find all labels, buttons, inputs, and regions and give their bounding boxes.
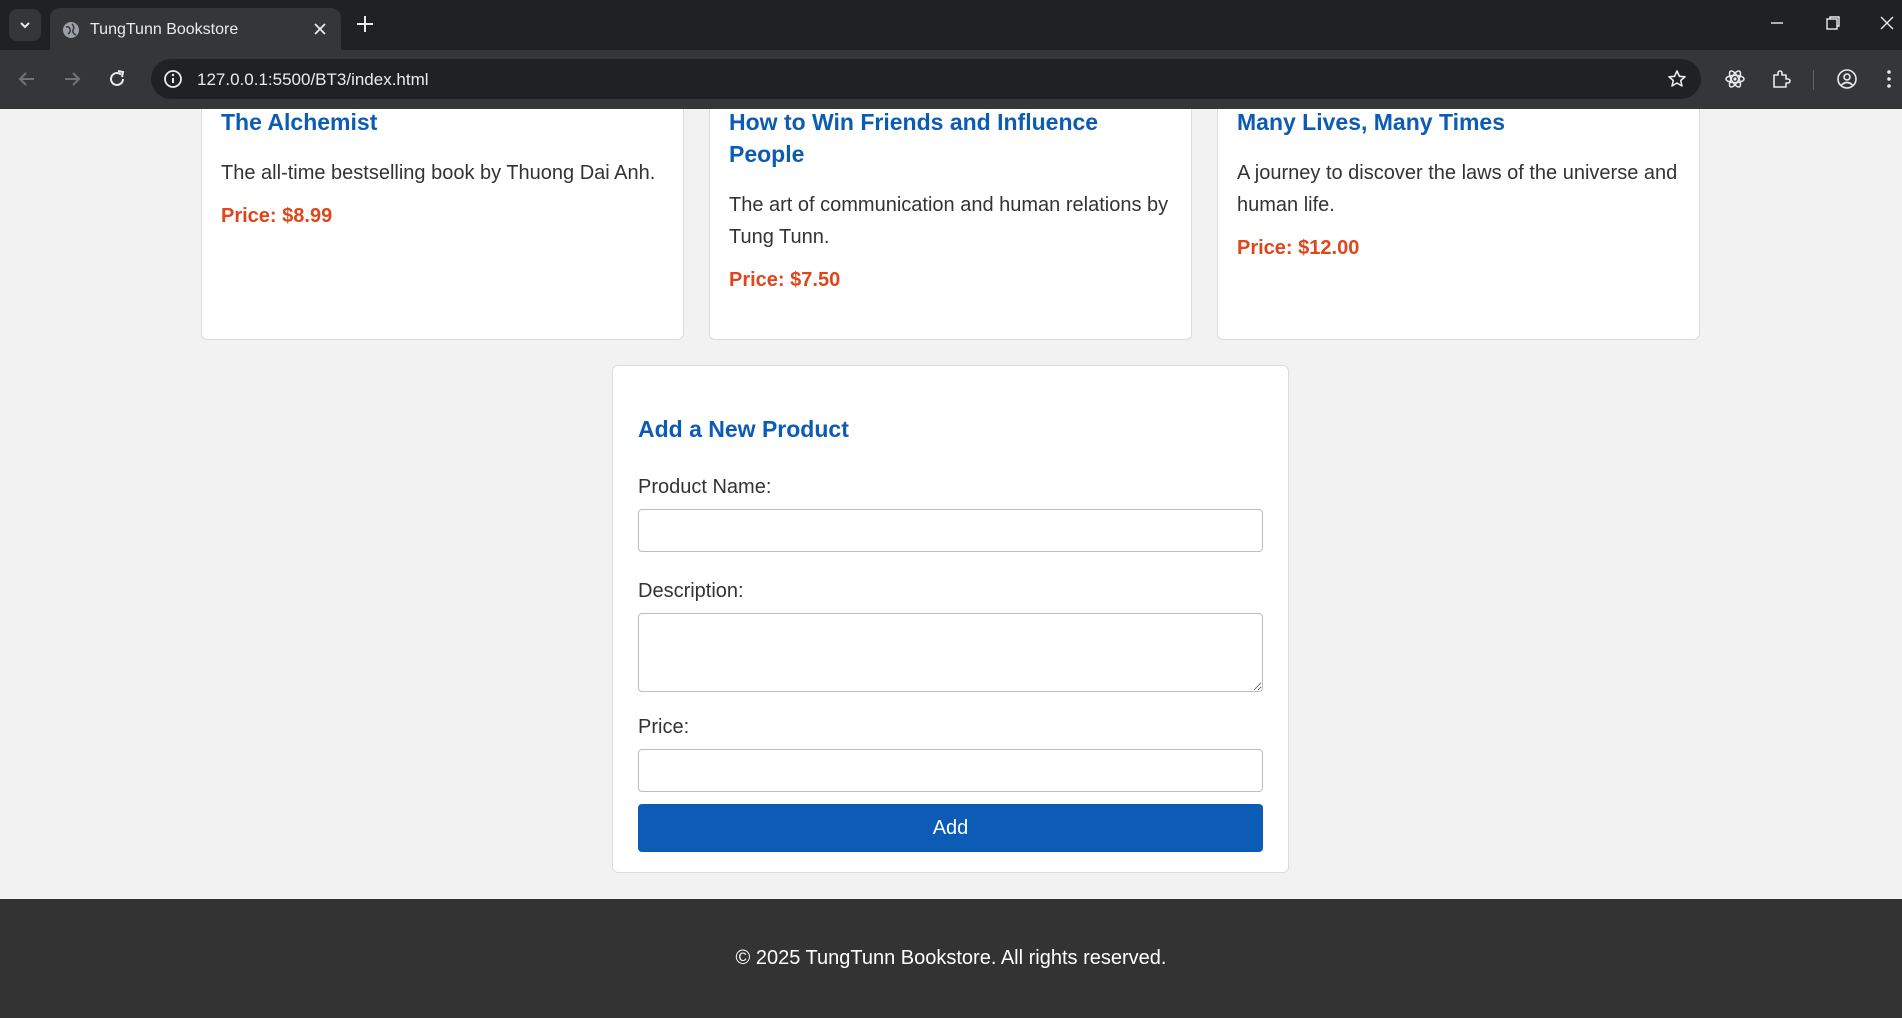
toolbar-divider — [1813, 70, 1814, 90]
browser-toolbar: 127.0.0.1:5500/BT3/index.html — [0, 50, 1902, 109]
product-price: Price: $7.50 — [729, 269, 841, 291]
new-tab-icon[interactable] — [354, 13, 376, 35]
product-description: The all-time bestselling book by Thuong … — [221, 162, 656, 184]
forward-arrow-icon[interactable] — [61, 68, 83, 90]
product-price: Price: $8.99 — [221, 205, 333, 227]
product-description: The art of communication and human relat… — [729, 194, 1169, 248]
product-card: Many Lives, Many Times A journey to disc… — [1217, 109, 1700, 340]
tab-title: TungTunn Bookstore — [90, 21, 239, 38]
close-icon[interactable] — [311, 20, 329, 38]
add-product-form: Add a New Product Product Name: Descript… — [612, 365, 1289, 873]
browser-tab-strip: TungTunn Bookstore — [0, 0, 1902, 50]
product-description: A journey to discover the laws of the un… — [1237, 162, 1678, 216]
react-devtools-icon[interactable] — [1724, 68, 1746, 90]
restore-icon[interactable] — [1824, 14, 1842, 32]
price-label: Price: — [638, 716, 690, 738]
reload-icon[interactable] — [106, 68, 128, 90]
browser-tab[interactable]: TungTunn Bookstore — [50, 8, 341, 50]
description-textarea[interactable] — [638, 613, 1263, 692]
site-info-icon[interactable] — [163, 69, 183, 89]
tab-search-button[interactable] — [9, 9, 41, 41]
add-button[interactable]: Add — [638, 804, 1263, 852]
footer: © 2025 TungTunn Bookstore. All rights re… — [0, 899, 1902, 1018]
chevron-down-icon — [20, 22, 30, 29]
product-name-label: Product Name: — [638, 476, 772, 498]
page-content: The Alchemist The all-time bestselling b… — [0, 109, 1902, 1018]
copyright-text: © 2025 TungTunn Bookstore. All rights re… — [735, 947, 1167, 969]
price-input[interactable] — [638, 749, 1263, 792]
globe-icon — [63, 22, 79, 38]
product-name-input[interactable] — [638, 509, 1263, 552]
back-arrow-icon[interactable] — [16, 68, 38, 90]
product-title: The Alchemist — [221, 109, 378, 135]
product-title: Many Lives, Many Times — [1237, 109, 1506, 135]
product-title: How to Win Friends and Influence People — [729, 109, 1099, 167]
address-bar[interactable]: 127.0.0.1:5500/BT3/index.html — [151, 59, 1701, 99]
bookmark-star-icon[interactable] — [1667, 69, 1687, 89]
menu-kebab-icon[interactable] — [1884, 68, 1894, 90]
description-label: Description: — [638, 580, 744, 602]
product-card: How to Win Friends and Influence People … — [709, 109, 1192, 340]
window-close-icon[interactable] — [1878, 14, 1896, 32]
minimize-icon[interactable] — [1768, 14, 1786, 32]
product-price: Price: $12.00 — [1237, 237, 1360, 259]
url-text: 127.0.0.1:5500/BT3/index.html — [197, 70, 429, 89]
extensions-puzzle-icon[interactable] — [1770, 68, 1792, 90]
form-title: Add a New Product — [638, 416, 849, 442]
profile-avatar-icon[interactable] — [1836, 68, 1858, 90]
product-card: The Alchemist The all-time bestselling b… — [201, 109, 684, 340]
